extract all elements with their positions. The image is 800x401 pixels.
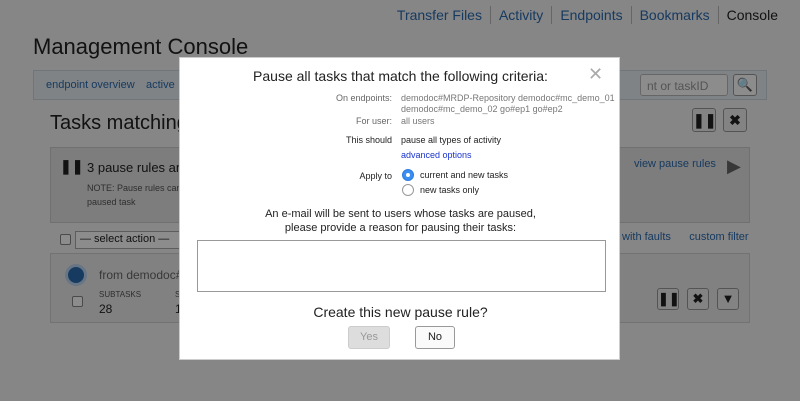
pause-reason-textarea[interactable] — [197, 240, 606, 292]
radio-label: current and new tasks — [420, 170, 509, 180]
apply-new-only-option[interactable]: new tasks only — [402, 184, 479, 196]
advanced-options-link[interactable]: advanced options — [401, 150, 472, 160]
endpoints-label: On endpoints: — [335, 93, 392, 103]
radio-label: new tasks only — [420, 185, 480, 195]
confirm-question: Create this new pause rule? — [313, 304, 488, 320]
should-value: pause all types of activity — [401, 135, 502, 145]
apply-to-label: Apply to — [359, 171, 392, 181]
close-icon[interactable]: ✕ — [588, 64, 603, 85]
no-button[interactable]: No — [415, 326, 455, 349]
dialog-title: Pause all tasks that match the following… — [253, 68, 548, 84]
email-notice-line-1: An e-mail will be sent to users whose ta… — [265, 208, 536, 220]
endpoints-value: demodoc#MRDP-Repository demodoc#mc_demo_… — [401, 93, 615, 114]
should-label: This should — [345, 135, 392, 145]
radio-current-and-new[interactable] — [402, 169, 414, 181]
apply-current-and-new-option[interactable]: current and new tasks — [402, 169, 508, 181]
user-label: For user: — [355, 116, 392, 126]
yes-button[interactable]: Yes — [348, 326, 390, 349]
pause-rule-dialog: Pause all tasks that match the following… — [179, 57, 620, 360]
email-notice-line-2: please provide a reason for pausing thei… — [284, 222, 517, 234]
radio-new-only[interactable] — [402, 184, 414, 196]
user-value: all users — [401, 116, 435, 126]
